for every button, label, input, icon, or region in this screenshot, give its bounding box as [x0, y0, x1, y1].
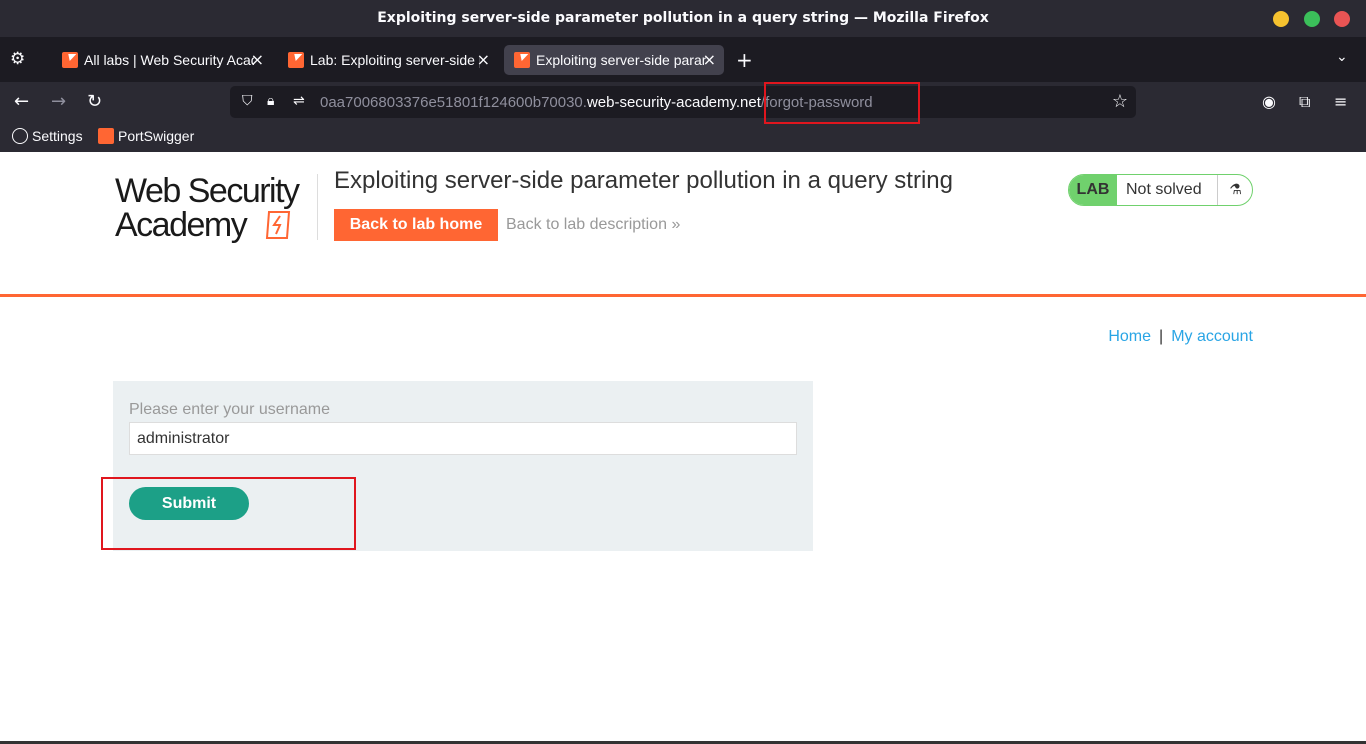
bookmarks-toolbar: Settings PortSwigger	[0, 122, 1366, 152]
window-titlebar: Exploiting server-side parameter polluti…	[0, 0, 1366, 37]
url-subdomain: 0aa7006803376e51801f124600b70030.	[320, 94, 587, 111]
portswigger-favicon-icon	[98, 128, 114, 144]
bookmark-label: Settings	[32, 128, 83, 144]
lab-tag: LAB	[1069, 175, 1117, 205]
navigation-toolbar: ← → ↻ ⛉ 🔒︎ ⇌ 0aa7006803376e51801f124600b…	[0, 82, 1366, 122]
minimize-button[interactable]	[1273, 11, 1289, 27]
logo-text-line2: Academy	[115, 206, 248, 244]
nav-separator: |	[1159, 328, 1164, 345]
portswigger-favicon-icon	[288, 52, 304, 68]
top-navigation: Home | My account	[1108, 328, 1253, 346]
back-arrow-icon[interactable]: ←	[14, 91, 29, 112]
header-divider	[317, 174, 318, 240]
lab-state: Not solved	[1126, 181, 1202, 198]
my-account-link[interactable]: My account	[1171, 328, 1253, 345]
header-divider-rule	[0, 294, 1366, 297]
extensions-icon[interactable]: ⧉	[1299, 92, 1310, 112]
account-icon[interactable]: ◉	[1262, 92, 1276, 111]
bookmark-star-icon[interactable]: ☆	[1112, 91, 1128, 112]
tab-active-lab[interactable]: Exploiting server-side parameter polluti…	[504, 45, 724, 75]
web-security-academy-logo[interactable]: Web Security Academy	[115, 172, 315, 244]
username-label: Please enter your username	[129, 401, 330, 418]
url-path-highlight-box	[764, 82, 920, 124]
username-input[interactable]: administrator	[129, 422, 797, 455]
back-to-lab-description-link[interactable]: Back to lab description »	[506, 216, 680, 234]
close-icon[interactable]: ×	[703, 50, 716, 69]
tab-strip: ⚙ All labs | Web Security Academy × Lab:…	[0, 37, 1366, 82]
submit-highlight-box	[101, 477, 356, 550]
forward-arrow-icon[interactable]: →	[51, 91, 66, 112]
close-icon[interactable]: ×	[251, 50, 264, 69]
close-window-button[interactable]	[1334, 11, 1350, 27]
url-host: web-security-academy.net	[586, 94, 761, 111]
back-to-lab-home-button[interactable]: Back to lab home	[334, 209, 498, 241]
bookmark-settings[interactable]: Settings	[12, 128, 83, 144]
back-description-label: Back to lab description	[506, 216, 667, 233]
lab-status-badge: LAB Not solved ⚗	[1068, 174, 1253, 206]
portswigger-favicon-icon	[62, 52, 78, 68]
bookmark-portswigger[interactable]: PortSwigger	[98, 128, 194, 144]
tab-lab-description[interactable]: Lab: Exploiting server-side parameter po…	[278, 45, 498, 75]
reload-icon[interactable]: ↻	[87, 91, 102, 112]
home-link[interactable]: Home	[1108, 328, 1151, 345]
permissions-icon[interactable]: ⇌	[293, 93, 305, 109]
close-icon[interactable]: ×	[477, 50, 490, 69]
maximize-button[interactable]	[1304, 11, 1320, 27]
bookmark-label: PortSwigger	[118, 128, 195, 144]
tab-label: Exploiting server-side parameter polluti…	[536, 52, 706, 68]
globe-icon	[12, 128, 28, 144]
chevron-down-icon[interactable]: ⌄	[1336, 49, 1348, 65]
tab-all-labs[interactable]: All labs | Web Security Academy ×	[52, 45, 272, 75]
logo-lightning-icon	[265, 211, 291, 239]
page-content: Web Security Academy Exploiting server-s…	[0, 152, 1366, 744]
new-tab-plus-icon[interactable]: +	[736, 48, 753, 72]
page-title: Exploiting server-side parameter polluti…	[334, 167, 953, 194]
window-title: Exploiting server-side parameter polluti…	[377, 10, 989, 26]
lock-icon[interactable]: 🔒︎	[267, 93, 274, 109]
flask-icon: ⚗	[1217, 175, 1252, 205]
tab-label: All labs | Web Security Academy	[84, 52, 254, 68]
double-chevron-right-icon: »	[671, 216, 681, 233]
shield-icon[interactable]: ⛉	[242, 93, 253, 109]
tab-label: Lab: Exploiting server-side parameter po…	[310, 52, 480, 68]
url-bar[interactable]: ⛉ 🔒︎ ⇌ 0aa7006803376e51801f124600b70030.…	[230, 86, 1136, 118]
menu-hamburger-icon[interactable]: ≡	[1334, 92, 1347, 111]
portswigger-favicon-icon	[514, 52, 530, 68]
gear-icon[interactable]: ⚙	[10, 50, 28, 68]
